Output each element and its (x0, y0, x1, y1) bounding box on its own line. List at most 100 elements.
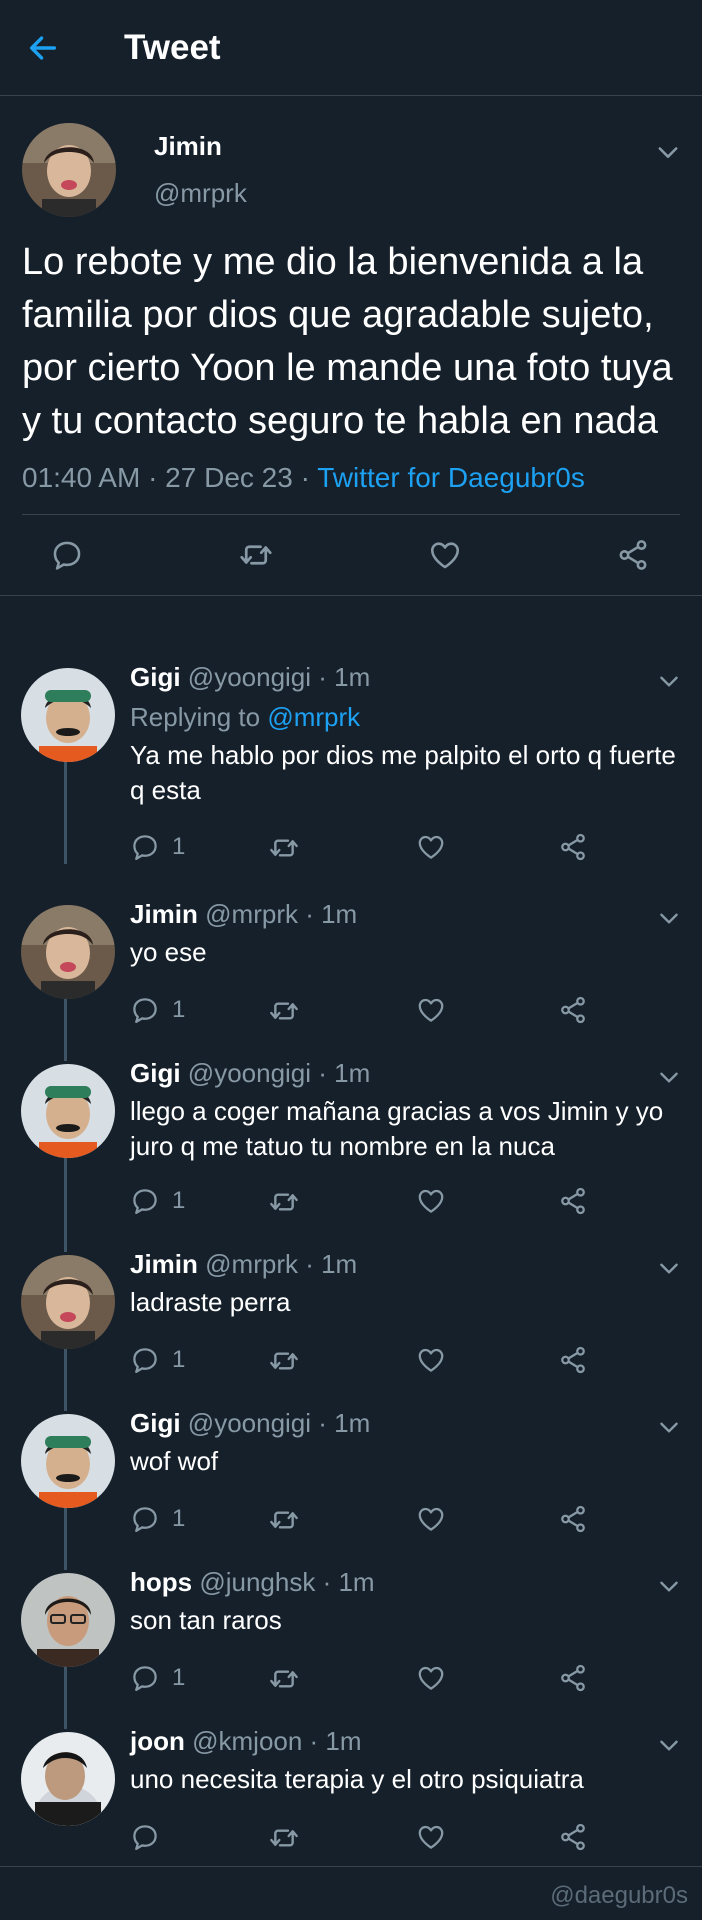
share-button[interactable] (558, 1663, 588, 1693)
reply-author-handle[interactable]: @kmjoon (192, 1726, 302, 1756)
reply-header: Gigi @yoongigi · 1m (130, 660, 682, 694)
reply-count: 1 (172, 1187, 186, 1214)
replying-label: Replying to (130, 702, 268, 732)
share-button[interactable] (558, 1345, 588, 1375)
reply-text: yo ese (130, 937, 207, 967)
thread-line (64, 1667, 67, 1729)
arrow-left-icon (29, 35, 57, 60)
reply-icon[interactable] (50, 538, 84, 572)
like-button[interactable] (416, 832, 446, 862)
retweet-button[interactable] (268, 1504, 300, 1536)
reply-text: wof wof (130, 1446, 219, 1476)
avatar[interactable] (21, 1064, 115, 1158)
share-icon (558, 1186, 588, 1216)
share-button[interactable] (558, 1504, 588, 1534)
reply-author-handle[interactable]: @mrprk (205, 1249, 298, 1279)
retweet-button[interactable] (268, 995, 300, 1027)
avatar[interactable] (21, 1255, 115, 1349)
reply-text: llego a coger mañana gracias a vos Jimin… (130, 1096, 664, 1161)
reply-time: · 1m (311, 1058, 371, 1088)
reply-button[interactable]: 1 (130, 995, 185, 1025)
avatar[interactable] (21, 905, 115, 999)
like-button[interactable] (416, 995, 446, 1025)
reply-text: Ya me hablo por dios me palpito el orto … (130, 740, 676, 805)
reply-text: son tan raros (130, 1605, 282, 1635)
avatar[interactable] (21, 1414, 115, 1508)
reply-count: 1 (172, 996, 186, 1023)
avatar[interactable] (21, 1732, 115, 1826)
share-icon (558, 1822, 588, 1852)
reply-author-name[interactable]: Jimin (130, 899, 198, 929)
retweet-button[interactable] (268, 1186, 300, 1218)
author-handle[interactable]: @mrprk (154, 178, 247, 209)
reply-author-name[interactable]: Jimin (130, 1249, 198, 1279)
main-action-bar (0, 515, 702, 595)
reply-action-bar: 1 (130, 1345, 590, 1385)
chevron-down-icon[interactable] (654, 138, 682, 166)
back-button[interactable] (26, 31, 80, 65)
share-button[interactable] (558, 1186, 588, 1216)
retweet-button[interactable] (268, 832, 300, 864)
share-icon[interactable] (616, 538, 650, 572)
reply-author-name[interactable]: hops (130, 1567, 192, 1597)
like-button[interactable] (416, 1504, 446, 1534)
avatar[interactable] (21, 1573, 115, 1667)
reply-button[interactable]: 1 (130, 1504, 185, 1534)
reply-time: · 1m (311, 1408, 371, 1438)
tweet-source-link[interactable]: Twitter for Daegubr0s (317, 462, 585, 493)
tweet-text: Lo rebote y me dio la bienvenida a la fa… (22, 241, 673, 442)
reply-author-name[interactable]: Gigi (130, 1058, 181, 1088)
share-button[interactable] (558, 832, 588, 862)
reply-author-handle[interactable]: @junghsk (199, 1567, 315, 1597)
reply-author-name[interactable]: Gigi (130, 1408, 181, 1438)
reply-button[interactable]: 1 (130, 1186, 185, 1216)
reply-author-handle[interactable]: @mrprk (205, 899, 298, 929)
like-button[interactable] (416, 1822, 446, 1852)
like-icon (416, 1663, 446, 1693)
retweet-button[interactable] (268, 1822, 300, 1854)
main-tweet: Jimin @mrprk Lo rebote y me dio la bienv… (0, 96, 702, 515)
share-icon (558, 832, 588, 862)
like-icon (416, 1345, 446, 1375)
retweet-icon[interactable] (238, 537, 274, 573)
top-bar: Tweet (0, 0, 702, 96)
reply-button[interactable]: 1 (130, 1345, 185, 1375)
like-button[interactable] (416, 1663, 446, 1693)
like-button[interactable] (416, 1186, 446, 1216)
reply-count: 1 (172, 1664, 186, 1691)
share-button[interactable] (558, 995, 588, 1025)
reply-time: · 1m (297, 899, 358, 929)
reply-action-bar: 1 (130, 995, 590, 1035)
reply-action-bar: 1 (130, 1504, 590, 1544)
like-icon (416, 832, 446, 862)
avatar[interactable] (22, 123, 116, 217)
reply-action-bar: 1 (130, 1186, 590, 1226)
share-icon (558, 1663, 588, 1693)
divider (0, 1866, 702, 1867)
reply-author-handle[interactable]: @yoongigi (188, 1408, 311, 1438)
page-title: Tweet (124, 27, 221, 67)
like-icon (416, 1186, 446, 1216)
thread-line (64, 1349, 67, 1411)
author-name[interactable]: Jimin (154, 131, 247, 162)
reply-button[interactable]: 1 (130, 832, 185, 862)
reply-header: hops @junghsk · 1m (130, 1565, 682, 1599)
reply-author-handle[interactable]: @yoongigi (188, 662, 311, 692)
reply-count: 1 (172, 833, 186, 860)
reply-author-name[interactable]: Gigi (130, 662, 181, 692)
reply-author-handle[interactable]: @yoongigi (188, 1058, 311, 1088)
reply-author-name[interactable]: joon (130, 1726, 185, 1756)
replying-to: Replying to @mrprk (130, 700, 682, 734)
replying-to-link[interactable]: @mrprk (267, 702, 360, 732)
like-icon[interactable] (428, 538, 462, 572)
reply-action-bar: 1 (130, 1663, 590, 1703)
share-button[interactable] (558, 1822, 588, 1852)
reply-button[interactable]: 1 (130, 1663, 185, 1693)
retweet-icon (268, 1822, 300, 1854)
reply-button[interactable] (130, 1822, 172, 1852)
retweet-button[interactable] (268, 1345, 300, 1377)
retweet-button[interactable] (268, 1663, 300, 1695)
avatar[interactable] (21, 668, 115, 762)
like-button[interactable] (416, 1345, 446, 1375)
reply-icon (130, 1504, 160, 1534)
